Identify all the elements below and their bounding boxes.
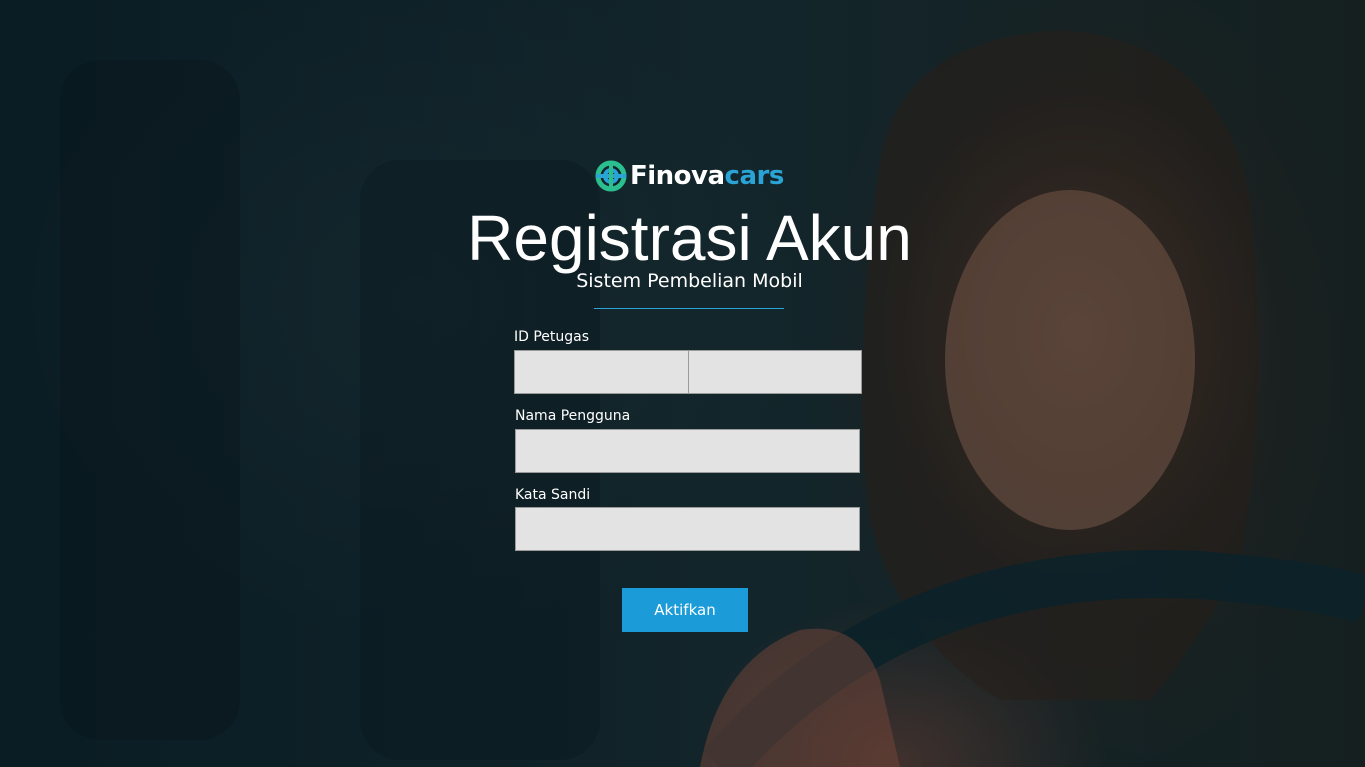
kata-sandi-label: Kata Sandi <box>515 487 591 503</box>
finovacars-logo-icon <box>595 160 627 192</box>
registration-page: Finovacars Registrasi Akun Sistem Pembel… <box>0 0 1365 767</box>
page-title: Registrasi Akun <box>467 202 912 274</box>
brand-name-part2: cars <box>724 161 785 191</box>
title-divider <box>594 308 784 309</box>
id-petugas-input-1[interactable] <box>514 350 689 394</box>
nama-pengguna-input[interactable] <box>515 429 860 473</box>
id-petugas-label: ID Petugas <box>514 329 590 345</box>
brand-logo: Finovacars <box>594 157 784 195</box>
nama-pengguna-label: Nama Pengguna <box>515 408 631 424</box>
kata-sandi-input[interactable] <box>515 507 860 551</box>
aktifkan-button[interactable]: Aktifkan <box>622 588 748 632</box>
id-petugas-input-2[interactable] <box>688 350 862 394</box>
brand-name-part1: Finova <box>630 161 725 191</box>
page-subtitle: Sistem Pembelian Mobil <box>576 270 803 292</box>
brand-name: Finovacars <box>630 161 784 191</box>
